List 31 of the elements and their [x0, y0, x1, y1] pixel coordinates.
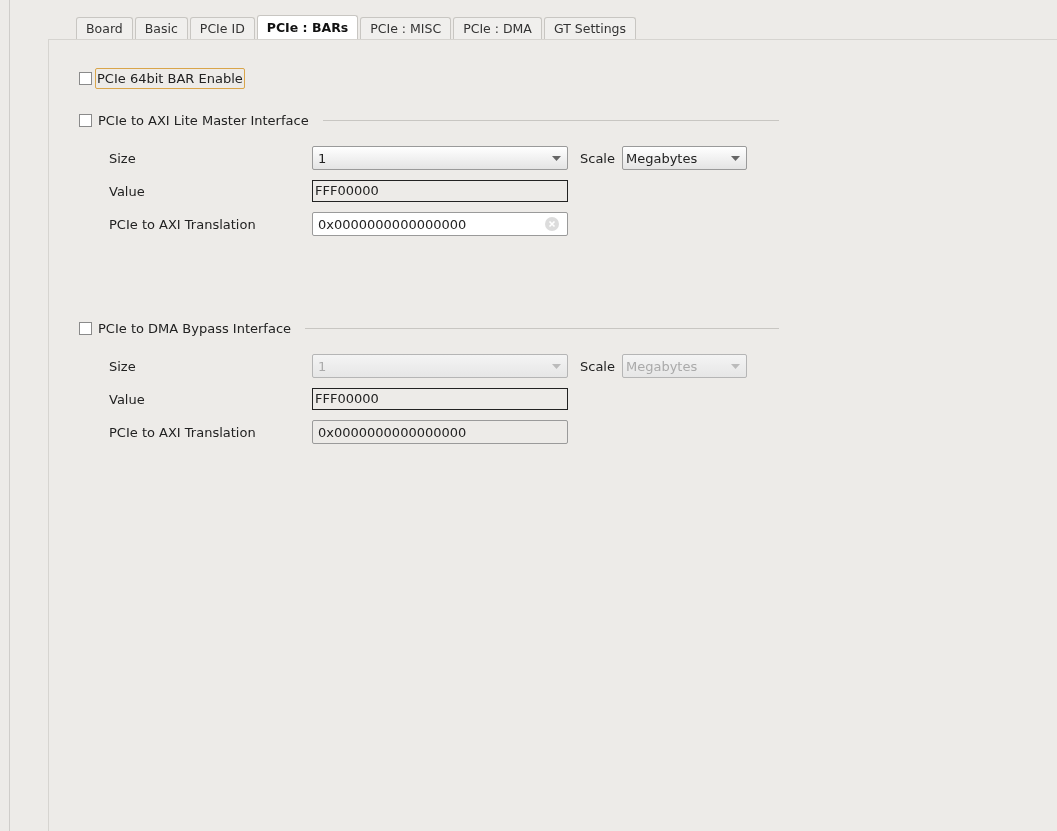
field-label: Scale — [580, 358, 615, 374]
dropdown-arrow-icon — [731, 363, 740, 369]
field-label: Size — [109, 150, 137, 166]
tab[interactable]: PCIe ID — [189, 17, 255, 39]
tab[interactable]: PCIe : BARs — [256, 15, 359, 39]
tab[interactable]: GT Settings — [543, 17, 637, 39]
value-field: FFF00000 — [312, 388, 568, 410]
checkbox[interactable] — [79, 322, 92, 335]
tab[interactable]: Basic — [134, 17, 188, 39]
field-label: Value — [109, 391, 146, 407]
field-label: Scale — [580, 150, 615, 166]
checkbox[interactable] — [79, 114, 92, 127]
size-dropdown[interactable]: 1 — [312, 146, 568, 170]
translation-input-field[interactable]: 0x0000000000000000 — [312, 212, 568, 236]
translation-input-field[interactable]: 0x0000000000000000 — [312, 420, 568, 444]
dropdown-arrow-icon — [731, 155, 740, 161]
tab[interactable]: PCIe : MISC — [360, 17, 452, 39]
scale-dropdown[interactable]: Megabytes — [622, 146, 747, 170]
checkbox[interactable] — [79, 72, 92, 85]
tab[interactable]: Board — [76, 17, 133, 39]
value-field: FFF00000 — [312, 180, 568, 202]
tab[interactable]: PCIe : DMA — [453, 17, 542, 39]
dropdown-arrow-icon — [552, 363, 561, 369]
field-label: PCIe to AXI Translation — [109, 216, 257, 232]
field-label: Size — [109, 358, 137, 374]
section-title: PCIe to DMA Bypass Interface — [98, 321, 292, 336]
field-label: Value — [109, 183, 146, 199]
dropdown-arrow-icon — [552, 155, 561, 161]
checkbox-label[interactable]: PCIe 64bit BAR Enable — [95, 68, 245, 89]
section-title: PCIe to AXI Lite Master Interface — [98, 113, 309, 128]
field-label: PCIe to AXI Translation — [109, 424, 257, 440]
